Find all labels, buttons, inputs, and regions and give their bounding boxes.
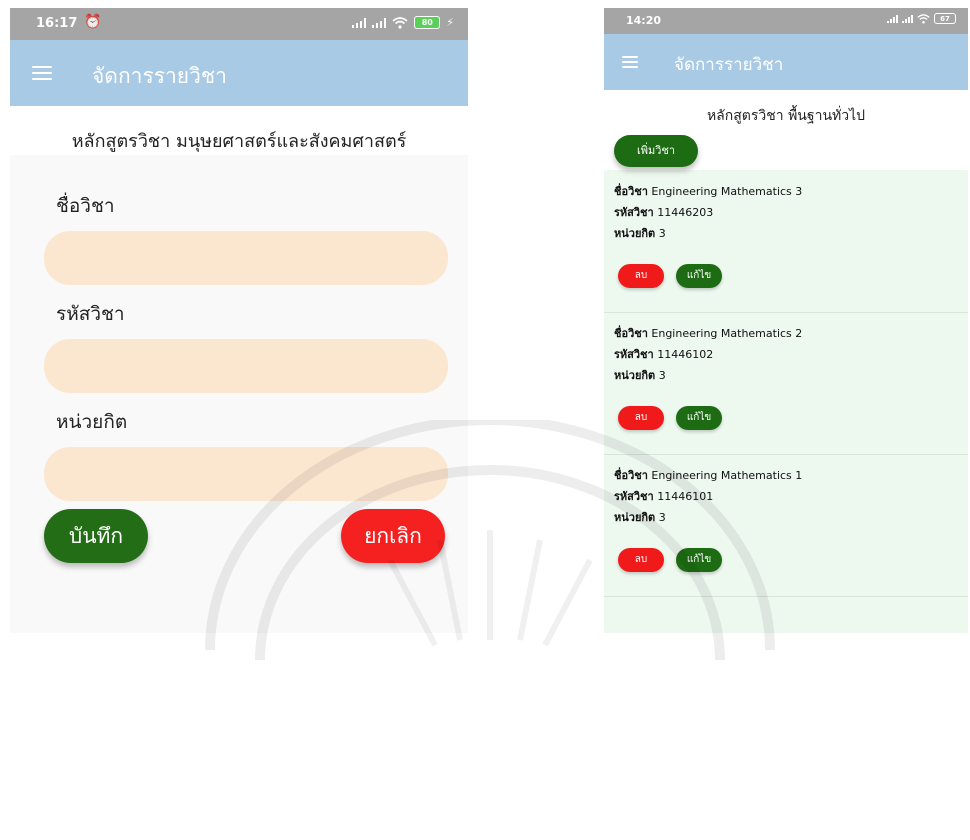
credit-label: หน่วยกิต	[56, 411, 128, 433]
course-code: 11446203	[657, 206, 714, 219]
course-name: Engineering Mathematics 1	[651, 469, 803, 482]
course-name-label: ชื่อวิชา	[614, 327, 648, 340]
course-code: 11446102	[657, 348, 714, 361]
status-bar: 14:20 67	[604, 8, 968, 34]
menu-icon[interactable]	[32, 66, 52, 80]
status-bar: 16:17 ⏰ 80 ⚡	[10, 8, 468, 40]
delete-button[interactable]: ลบ	[618, 264, 664, 288]
course-code-label: รหัสวิชา	[56, 303, 125, 325]
app-bar-title: จัดการรายวิชา	[92, 64, 227, 88]
list-item: ชื่อวิชา Engineering Mathematics 3 รหัสว…	[604, 170, 968, 313]
course-code-label: รหัสวิชา	[614, 490, 654, 503]
credit-input[interactable]	[44, 447, 448, 501]
course-list: ชื่อวิชา Engineering Mathematics 3 รหัสว…	[604, 170, 968, 633]
app-bar: จัดการรายวิชา	[604, 34, 968, 90]
course-name: Engineering Mathematics 2	[651, 327, 803, 340]
credit-value: 3	[658, 369, 666, 382]
course-code-label: รหัสวิชา	[614, 348, 654, 361]
menu-icon[interactable]	[622, 56, 638, 70]
course-code: 11446101	[657, 490, 714, 503]
app-bar: จัดการรายวิชา	[10, 40, 468, 106]
delete-button[interactable]: ลบ	[618, 406, 664, 430]
credit-label: หน่วยกิต	[614, 511, 656, 524]
alarm-icon: ⏰	[84, 14, 102, 30]
edit-button[interactable]: แก้ไข	[676, 264, 722, 288]
wifi-icon	[392, 16, 408, 29]
status-time: 14:20	[626, 14, 662, 27]
signal-icon	[352, 17, 367, 28]
delete-button[interactable]: ลบ	[618, 548, 664, 572]
edit-button[interactable]: แก้ไข	[676, 406, 722, 430]
credit-value: 3	[658, 227, 666, 240]
list-item: ชื่อวิชา Engineering Mathematics 1 รหัสว…	[604, 454, 968, 597]
course-code-input[interactable]	[44, 339, 448, 393]
signal-icon	[372, 17, 387, 28]
signal-icon	[902, 14, 913, 23]
list-item: ชื่อวิชา Engineering Mathematics 2 รหัสว…	[604, 312, 968, 455]
phone-screen-add-course: 16:17 ⏰ 80 ⚡ จัดการรายวิชา หลักสูตรวิชา …	[10, 8, 468, 633]
cancel-button[interactable]: ยกเลิก	[341, 509, 445, 563]
course-name-label: ชื่อวิชา	[56, 195, 115, 217]
charging-icon: ⚡	[446, 16, 454, 29]
wifi-icon	[917, 13, 930, 24]
save-button[interactable]: บันทึก	[44, 509, 148, 563]
course-name: Engineering Mathematics 3	[651, 185, 803, 198]
credit-label: หน่วยกิต	[614, 227, 656, 240]
course-name-input[interactable]	[44, 231, 448, 285]
add-course-button[interactable]: เพิ่มวิชา	[614, 135, 698, 167]
signal-icon	[887, 14, 898, 23]
course-name-label: ชื่อวิชา	[614, 185, 648, 198]
phone-screen-course-list: 14:20 67 จัดการรายวิชา หลักสูตรวิชา พื้น…	[604, 8, 968, 633]
battery-icon: 80	[414, 16, 441, 29]
edit-button[interactable]: แก้ไข	[676, 548, 722, 572]
credit-label: หน่วยกิต	[614, 369, 656, 382]
battery-icon: 67	[934, 13, 956, 24]
credit-value: 3	[658, 511, 666, 524]
course-code-label: รหัสวิชา	[614, 206, 654, 219]
app-bar-title: จัดการรายวิชา	[674, 55, 784, 75]
status-time: 16:17	[36, 16, 78, 31]
course-name-label: ชื่อวิชา	[614, 469, 648, 482]
curriculum-title: หลักสูตรวิชา มนุษยศาสตร์และสังคมศาสตร์	[71, 131, 407, 152]
curriculum-title: หลักสูตรวิชา พื้นฐานทั่วไป	[706, 108, 866, 124]
